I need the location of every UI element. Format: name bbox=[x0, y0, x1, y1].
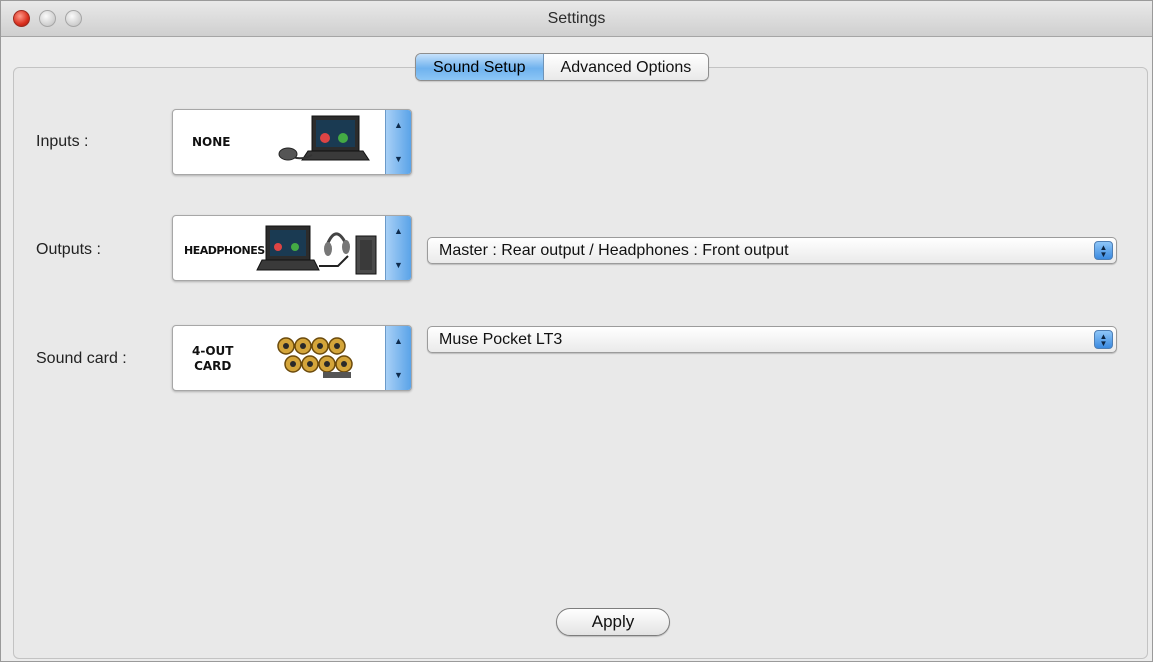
tab-advanced-options[interactable]: Advanced Options bbox=[543, 54, 709, 80]
soundcard-dropdown[interactable]: Muse Pocket LT3 ▲ ▼ bbox=[427, 326, 1117, 353]
window-title: Settings bbox=[547, 10, 606, 27]
stepper-down-icon[interactable]: ▼ bbox=[394, 154, 403, 164]
inputs-preview: NONE bbox=[173, 110, 385, 174]
laptop-with-mouse-icon bbox=[278, 115, 370, 161]
soundcard-image-selector[interactable]: 4-OUT CARD ▲ ▼ bbox=[172, 325, 412, 391]
outputs-preview: HEADPHONES bbox=[173, 216, 385, 280]
dropdown-arrows-icon[interactable]: ▲ ▼ bbox=[1094, 241, 1113, 260]
dropdown-arrows-icon[interactable]: ▲ ▼ bbox=[1094, 330, 1113, 349]
soundcard-preview: 4-OUT CARD bbox=[173, 326, 385, 390]
outputs-image-selector[interactable]: HEADPHONES ▲ ▼ bbox=[172, 215, 412, 281]
outputs-dropdown[interactable]: Master : Rear output / Headphones : Fron… bbox=[427, 237, 1117, 264]
stepper-up-icon[interactable]: ▲ bbox=[394, 120, 403, 130]
stepper-up-icon[interactable]: ▲ bbox=[394, 336, 403, 346]
tab-bar: Sound Setup Advanced Options bbox=[415, 53, 710, 81]
apply-button[interactable]: Apply bbox=[556, 608, 670, 636]
soundcard-dropdown-value: Muse Pocket LT3 bbox=[439, 331, 563, 348]
tab-sound-setup[interactable]: Sound Setup bbox=[416, 54, 544, 80]
stepper-up-icon[interactable]: ▲ bbox=[394, 226, 403, 236]
settings-window: Settings Sound Setup Advanced Options In… bbox=[0, 0, 1153, 662]
soundcard-label: Sound card : bbox=[36, 350, 127, 367]
title-bar: Settings bbox=[1, 1, 1152, 37]
outputs-stepper[interactable]: ▲ ▼ bbox=[385, 216, 411, 280]
rca-connectors-icon bbox=[277, 337, 353, 378]
soundcard-stepper[interactable]: ▲ ▼ bbox=[385, 326, 411, 390]
inputs-label: Inputs : bbox=[36, 133, 89, 150]
inputs-image-selector[interactable]: NONE ▲ ▼ bbox=[172, 109, 412, 175]
stepper-down-icon[interactable]: ▼ bbox=[394, 260, 403, 270]
outputs-label: Outputs : bbox=[36, 241, 101, 258]
laptop-headphones-speaker-icon bbox=[256, 225, 377, 275]
outputs-dropdown-value: Master : Rear output / Headphones : Fron… bbox=[439, 242, 789, 259]
inputs-stepper[interactable]: ▲ ▼ bbox=[385, 110, 411, 174]
stepper-down-icon[interactable]: ▼ bbox=[394, 370, 403, 380]
